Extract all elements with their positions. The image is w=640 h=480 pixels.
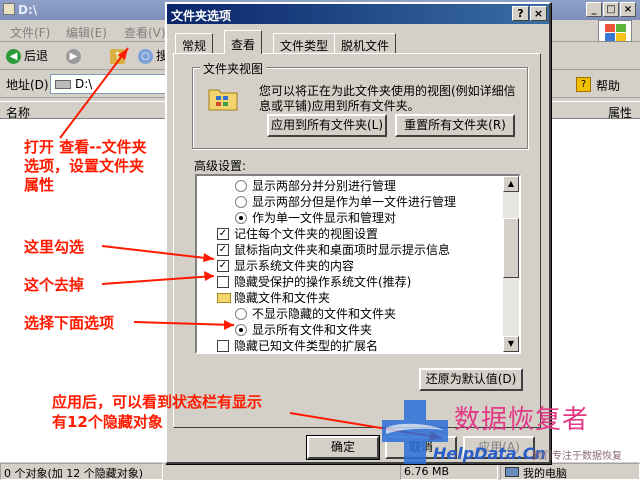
advanced-setting-label: 记住每个文件夹的视图设置 (234, 227, 379, 241)
maximize-button[interactable]: □ (603, 2, 619, 17)
menu-edit[interactable]: 编辑(E) (66, 24, 107, 41)
computer-icon (505, 467, 519, 477)
advanced-setting-row[interactable]: ✓ 显示系统文件夹的内容 (217, 258, 354, 274)
annotation-uncheck-this: 这个去掉 (24, 276, 85, 294)
help-button[interactable]: ? 帮助 (572, 74, 634, 96)
status-size: 6.76 MB (400, 463, 498, 480)
radio-button[interactable] (235, 196, 247, 208)
scroll-up-button[interactable]: ▲ (503, 176, 519, 192)
advanced-setting-label: 隐藏已知文件类型的扩展名 (234, 339, 379, 353)
tab-general[interactable]: 常规 (175, 33, 214, 53)
advanced-setting-row[interactable]: 隐藏已知文件类型的扩展名 (217, 338, 379, 353)
annotation-line-2: 有12个隐藏对象 (52, 413, 163, 431)
annotation-line-3: 属性 (24, 176, 55, 194)
checkbox[interactable] (217, 340, 229, 352)
advanced-setting-row[interactable]: 隐藏受保护的操作系统文件(推荐) (217, 274, 411, 290)
radio-button[interactable] (235, 180, 247, 192)
radio-button[interactable] (235, 212, 247, 224)
back-arrow-icon: ◀ (6, 49, 21, 64)
tab-offline-files[interactable]: 脱机文件 (334, 33, 397, 53)
watermark-url: HelpData.Cn (433, 444, 546, 463)
folder-views-description: 您可以将正在为此文件夹使用的视图(例如详细信息或平铺)应用到所有文件夹。 (259, 84, 516, 113)
search-button[interactable]: ○ 搜 (136, 46, 168, 66)
back-label: 后退 (24, 49, 49, 63)
folder-views-legend: 文件夹视图 (200, 60, 267, 77)
search-icon: ○ (138, 49, 153, 64)
drive-icon (55, 80, 71, 89)
radio-button[interactable] (235, 308, 247, 320)
checkbox[interactable]: ✓ (217, 228, 229, 240)
checkbox[interactable]: ✓ (217, 244, 229, 256)
vertical-scrollbar[interactable]: ▲ ▼ (503, 176, 519, 352)
advanced-setting-row[interactable]: ✓ 鼠标指向文件夹和桌面项时显示提示信息 (217, 242, 450, 258)
advanced-setting-row[interactable]: 不显示隐藏的文件和文件夹 (235, 306, 396, 322)
status-location-label: 我的电脑 (523, 467, 567, 480)
annotation-line-1: 打开 查看--文件夹 (24, 138, 147, 156)
radio-button[interactable] (235, 324, 247, 336)
scroll-down-button[interactable]: ▼ (503, 336, 519, 352)
advanced-setting-label: 鼠标指向文件夹和桌面项时显示提示信息 (234, 243, 451, 257)
folder-view-icon (207, 84, 239, 112)
watermark-slogan: 我们专注于数据恢复 (532, 451, 622, 462)
explorer-title: D:\ (18, 3, 38, 17)
status-object-count: 0 个对象(加 12 个隐藏对象) (0, 463, 163, 480)
annotation-open-options: 打开 查看--文件夹 选项，设置文件夹 属性 (24, 138, 147, 195)
reset-all-folders-button[interactable]: 重置所有文件夹(R) (395, 114, 515, 137)
annotation-choose-below: 选择下面选项 (24, 314, 115, 332)
advanced-setting-label: 显示两部分并分别进行管理 (252, 179, 397, 193)
address-input[interactable]: D:\ (50, 74, 170, 94)
advanced-setting-row[interactable]: ✓ 记住每个文件夹的视图设置 (217, 226, 378, 242)
menu-view[interactable]: 查看(V) (124, 24, 166, 41)
advanced-setting-row[interactable]: 隐藏文件和文件夹 (217, 290, 330, 306)
back-button[interactable]: ◀ 后退 (4, 46, 48, 66)
address-label: 地址(D) (6, 78, 49, 92)
advanced-settings-label: 高级设置: (194, 159, 247, 173)
windows-logo-icon (598, 20, 632, 42)
checkbox[interactable]: ✓ (217, 260, 229, 272)
help-icon: ? (576, 77, 591, 92)
up-folder-icon: ↑ (110, 49, 125, 64)
up-folder-button[interactable]: ↑ (108, 46, 128, 66)
advanced-setting-row[interactable]: 显示所有文件和文件夹 (235, 322, 372, 338)
ok-button[interactable]: 确定 (306, 435, 380, 460)
status-location: 我的电脑 (500, 463, 640, 480)
forward-arrow-icon: ▶ (66, 49, 81, 64)
annotation-check-here: 这里勾选 (24, 238, 85, 256)
dialog-title: 文件夹选项 (171, 9, 232, 23)
advanced-setting-label: 作为单一文件显示和管理对 (252, 211, 397, 225)
advanced-setting-label: 显示系统文件夹的内容 (234, 259, 355, 273)
minimize-button[interactable]: _ (586, 2, 602, 17)
advanced-setting-row[interactable]: 显示两部分并分别进行管理 (235, 178, 396, 194)
checkbox[interactable] (217, 276, 229, 288)
folder-icon (217, 293, 231, 303)
menu-file[interactable]: 文件(F) (10, 24, 50, 41)
help-label: 帮助 (596, 79, 621, 93)
tab-view[interactable]: 查看 (224, 30, 263, 54)
tab-file-types[interactable]: 文件类型 (273, 33, 336, 53)
address-value: D:\ (75, 77, 93, 91)
advanced-settings-list[interactable]: ▲ ▼ 显示两部分并分别进行管理显示两部分但是作为单一文件进行管理 作为单一文件显… (195, 174, 521, 354)
annotation-line-1: 应用后，可以看到状态栏有显示 (52, 393, 263, 411)
advanced-setting-row[interactable]: 作为单一文件显示和管理对 (235, 210, 396, 226)
advanced-setting-label: 不显示隐藏的文件和文件夹 (252, 307, 397, 321)
annotation-line-2: 选项，设置文件夹 (24, 157, 145, 175)
annotation-after-apply: 应用后，可以看到状态栏有显示 有12个隐藏对象 (52, 392, 262, 432)
folder-icon (3, 3, 15, 15)
advanced-setting-label: 隐藏文件和文件夹 (234, 291, 331, 305)
advanced-setting-row[interactable]: 显示两部分但是作为单一文件进行管理 (235, 194, 456, 210)
close-button[interactable]: × (620, 2, 636, 17)
advanced-setting-label: 显示两部分但是作为单一文件进行管理 (252, 195, 457, 209)
dialog-close-button[interactable]: × (530, 6, 547, 21)
advanced-setting-label: 显示所有文件和文件夹 (252, 323, 373, 337)
dialog-help-button[interactable]: ? (512, 6, 529, 21)
apply-to-all-folders-button[interactable]: 应用到所有文件夹(L) (267, 114, 387, 137)
forward-button[interactable]: ▶ (64, 46, 84, 66)
restore-defaults-button[interactable]: 还原为默认值(D) (419, 368, 523, 391)
dialog-title-bar: 文件夹选项 ? × (167, 4, 549, 24)
advanced-setting-label: 隐藏受保护的操作系统文件(推荐) (234, 275, 412, 289)
watermark-text: 数据恢复者 (454, 405, 590, 435)
scroll-thumb[interactable] (503, 218, 519, 278)
